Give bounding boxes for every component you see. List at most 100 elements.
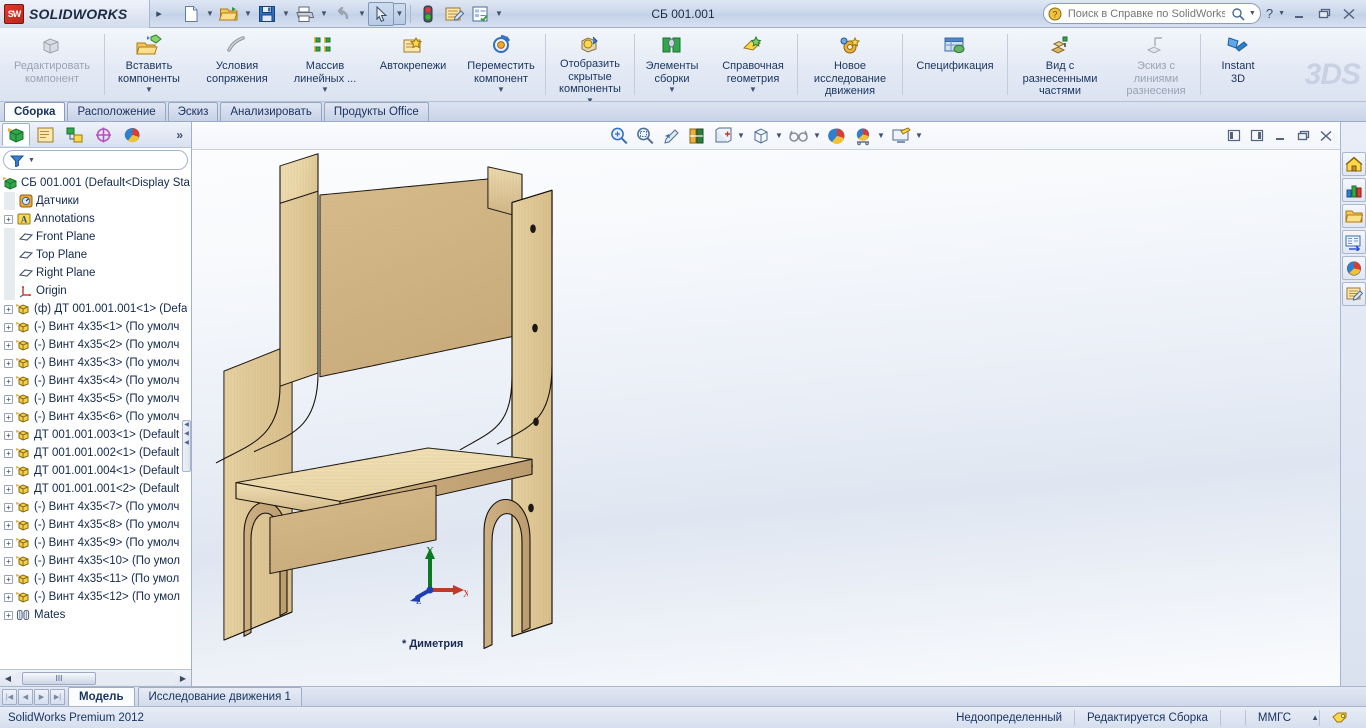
expand-toggle[interactable]: + (4, 214, 13, 224)
model-viewport[interactable]: Y X Z * Диметрия (192, 150, 1340, 686)
graphics-area[interactable]: ▼ ▼ ▼ ▼ ▼ Y X Z * Диметрия (192, 122, 1340, 686)
open-document-button[interactable] (216, 2, 242, 26)
tree-item-component[interactable]: + (-) Винт 4x35<2> (По умолч (2, 336, 191, 354)
wooden-chair-model[interactable] (192, 150, 1340, 686)
feature-tree[interactable]: СБ 001.001 (Default<Display Sta Датчики … (0, 172, 191, 669)
new-document-dropdown-icon[interactable]: ▼ (204, 2, 216, 26)
appearances-scenes-button[interactable] (1341, 256, 1366, 280)
tree-item-top-plane[interactable]: Top Plane (2, 246, 191, 264)
new-document-button[interactable] (178, 2, 204, 26)
ribbon-move-component[interactable]: Переместить компонент ▼ (457, 28, 545, 101)
undo-dropdown-icon[interactable]: ▼ (356, 2, 368, 26)
expand-toggle[interactable]: + (4, 412, 13, 422)
close-doc-button[interactable] (1316, 127, 1336, 145)
edit-appearance-button[interactable] (825, 124, 849, 148)
tree-item-component[interactable]: + (-) Винт 4x35<5> (По умолч (2, 390, 191, 408)
select-tool-button[interactable] (368, 1, 394, 26)
expand-toggle[interactable]: + (4, 520, 13, 530)
tree-item-component[interactable]: + (-) Винт 4x35<6> (По умолч (2, 408, 191, 426)
zoom-to-area-button[interactable] (633, 124, 657, 148)
tree-item-component[interactable]: + (ф) ДТ 001.001.001<1> (Defa (2, 300, 191, 318)
tree-item-sensors[interactable]: Датчики (2, 192, 191, 210)
tree-item-component[interactable]: + (-) Винт 4x35<11> (По умол (2, 570, 191, 588)
apply-scene-caret-icon[interactable]: ▼ (877, 131, 887, 140)
apply-scene-button[interactable] (851, 124, 875, 148)
tree-item-component[interactable]: + (-) Винт 4x35<1> (По умолч (2, 318, 191, 336)
select-dropdown-icon[interactable]: ▼ (394, 2, 406, 25)
insert-components-caret-icon[interactable]: ▼ (145, 86, 153, 94)
solidworks-resources-button[interactable] (1341, 152, 1366, 176)
tree-item-front-plane[interactable]: Front Plane (2, 228, 191, 246)
hscroll-track[interactable]: III (16, 671, 175, 685)
view-settings-button[interactable] (889, 124, 913, 148)
help-button[interactable]: ? (1264, 6, 1275, 21)
expand-toggle[interactable]: + (4, 322, 13, 332)
expand-toggle[interactable]: + (4, 430, 13, 440)
ribbon-insert-components[interactable]: Вставить компоненты ▼ (105, 28, 193, 101)
solidworks-logo[interactable]: SW SOLIDWORKS (0, 0, 150, 28)
search-input[interactable] (1065, 6, 1227, 21)
tab-model[interactable]: Модель (68, 687, 135, 706)
search-dropdown-icon[interactable]: ▼ (1249, 10, 1256, 17)
properties-button[interactable] (467, 2, 493, 26)
hide-show-items-button[interactable] (787, 124, 811, 148)
expand-toggle[interactable]: + (4, 610, 13, 620)
ribbon-show-hidden-components[interactable]: Отобразить скрытые компоненты ▼ (546, 28, 634, 101)
options-button[interactable] (441, 2, 467, 26)
save-document-dropdown-icon[interactable]: ▼ (280, 2, 292, 26)
tree-item-component[interactable]: + (-) Винт 4x35<12> (По умол (2, 588, 191, 606)
zoom-to-fit-button[interactable] (607, 124, 631, 148)
ribbon-mate[interactable]: Условия сопряжения (193, 28, 281, 101)
ribbon-bill-of-materials[interactable]: Спецификация (903, 28, 1007, 101)
status-units-caret-icon[interactable]: ▲ (1303, 713, 1319, 722)
expand-toggle[interactable]: + (4, 574, 13, 584)
help-dropdown-icon[interactable]: ▼ (1278, 10, 1285, 17)
display-style-caret-icon[interactable]: ▼ (775, 131, 785, 140)
first-tab-button[interactable]: |◀ (2, 688, 17, 705)
expand-toggle[interactable]: + (4, 376, 13, 386)
file-explorer-button[interactable] (1341, 204, 1366, 228)
scroll-right-icon[interactable]: ▶ (175, 674, 191, 683)
expand-toggle[interactable]: + (4, 466, 13, 476)
tree-item-component[interactable]: + (-) Винт 4x35<4> (По умолч (2, 372, 191, 390)
ribbon-reference-geometry[interactable]: Справочная геометрия ▼ (709, 28, 797, 101)
configuration-manager-tab[interactable] (60, 123, 88, 146)
feature-tree-tab[interactable] (2, 123, 30, 146)
expand-toggle[interactable]: + (4, 358, 13, 368)
tree-item-component[interactable]: + (-) Винт 4x35<3> (По умолч (2, 354, 191, 372)
previous-view-button[interactable] (659, 124, 683, 148)
tab-sketch[interactable]: Эскиз (167, 102, 219, 121)
feature-manager-more-button[interactable]: » (176, 128, 189, 142)
expand-toggle[interactable]: + (4, 448, 13, 458)
expand-toggle[interactable]: + (4, 484, 13, 494)
print-document-button[interactable] (292, 2, 318, 26)
show-hidden-caret-icon[interactable]: ▼ (586, 96, 594, 101)
minimize-doc-button[interactable] (1270, 127, 1290, 145)
tab-motion-study[interactable]: Исследование движения 1 (137, 687, 302, 706)
ribbon-linear-pattern[interactable]: Массив линейных ... ▼ (281, 28, 369, 101)
feature-tree-filter[interactable]: ▼ (3, 150, 188, 170)
ribbon-edit-component[interactable]: Редактировать компонент (0, 28, 104, 101)
filter-dropdown-icon[interactable]: ▼ (28, 157, 35, 164)
status-tag-icon[interactable] (1319, 709, 1360, 726)
reference-geometry-caret-icon[interactable]: ▼ (749, 86, 757, 94)
custom-properties-button[interactable] (1341, 282, 1366, 306)
view-orientation-caret-icon[interactable]: ▼ (737, 131, 747, 140)
expand-toggle[interactable]: + (4, 340, 13, 350)
ribbon-new-motion-study[interactable]: Новое исследование движения (798, 28, 902, 101)
ribbon-explode-line-sketch[interactable]: Эскиз с линиями разнесения (1112, 28, 1200, 101)
display-style-button[interactable] (749, 124, 773, 148)
tree-item-root[interactable]: СБ 001.001 (Default<Display Sta (2, 174, 191, 192)
expand-toggle[interactable]: + (4, 394, 13, 404)
property-manager-tab[interactable] (31, 123, 59, 146)
feature-tree-vscrollbar[interactable]: ◀ ◀ ◀ (182, 420, 191, 472)
tree-item-annotations[interactable]: + A Annotations (2, 210, 191, 228)
print-document-dropdown-icon[interactable]: ▼ (318, 2, 330, 26)
expand-toggle[interactable]: + (4, 538, 13, 548)
linear-pattern-caret-icon[interactable]: ▼ (321, 86, 329, 94)
help-search-box[interactable]: ? ▼ (1042, 3, 1261, 24)
assembly-features-caret-icon[interactable]: ▼ (668, 86, 676, 94)
expand-toggle[interactable]: + (4, 502, 13, 512)
move-component-caret-icon[interactable]: ▼ (497, 86, 505, 94)
restore-left-pane-button[interactable] (1224, 127, 1244, 145)
